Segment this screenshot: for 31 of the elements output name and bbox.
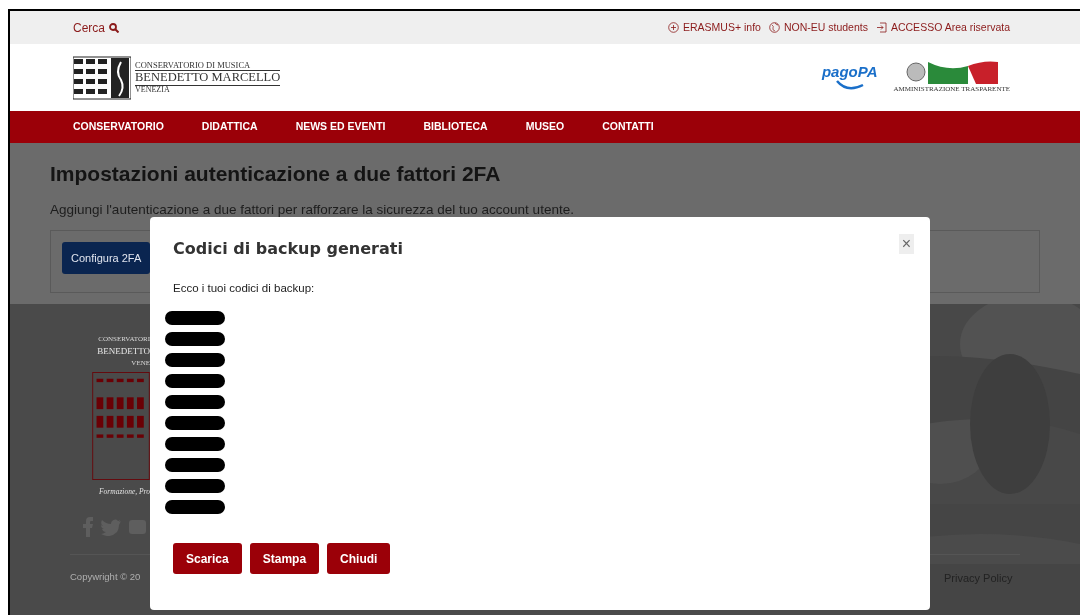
modal-title: Codici di backup generati (173, 239, 403, 259)
nav-link[interactable]: MUSEO (525, 119, 565, 135)
logo-text: BENEDETTO MARCELLO (135, 69, 281, 86)
search-icon (109, 22, 119, 33)
page-title: Impostazioni autenticazione a due fattori 2FA (50, 161, 502, 187)
search-link[interactable]: Cerca (73, 18, 119, 37)
page-subtitle: Aggiungi l'autenticazione a due fattori per rafforzare la sicurezza del tuo account utente. (50, 201, 575, 220)
nav-link[interactable]: CONTATTI (602, 119, 654, 135)
nav-link[interactable]: BIBLIOTECA (423, 119, 488, 135)
pagopa-logo[interactable]: pagoPA (821, 64, 878, 79)
configure-button[interactable]: Configura 2FA (62, 242, 151, 275)
top-link[interactable]: NON-EU students (768, 19, 868, 36)
top-link[interactable]: ACCESSO Area riservata (875, 19, 1010, 36)
nav-link[interactable]: DIDATTICA (201, 119, 258, 135)
top-link[interactable]: ERASMUS+ info (668, 19, 761, 36)
close-button[interactable]: × (898, 234, 914, 254)
copyright-text: Copywright © 20 (70, 570, 141, 584)
login-icon (875, 22, 887, 33)
logo-text: CONSERVATORIO DI MUSICA (135, 60, 252, 70)
swoosh-icon (834, 79, 865, 91)
nav-link[interactable]: NEWS ED EVENTI (295, 119, 386, 135)
intro-text: Ecco i tuoi codici di backup: (173, 281, 316, 297)
modal-button[interactable]: Scarica (173, 543, 242, 575)
nav-link[interactable]: CONSERVATORIO (73, 119, 164, 135)
logo-drawing (73, 55, 131, 100)
modal-button[interactable]: Stampa (249, 543, 320, 575)
logo-text: VENEZIA (135, 85, 171, 95)
plus-circle-icon (668, 22, 679, 33)
globe-icon (768, 22, 780, 33)
modal-button[interactable]: Chiudi (327, 543, 391, 575)
logo-text: BENEDETTO (97, 344, 150, 358)
